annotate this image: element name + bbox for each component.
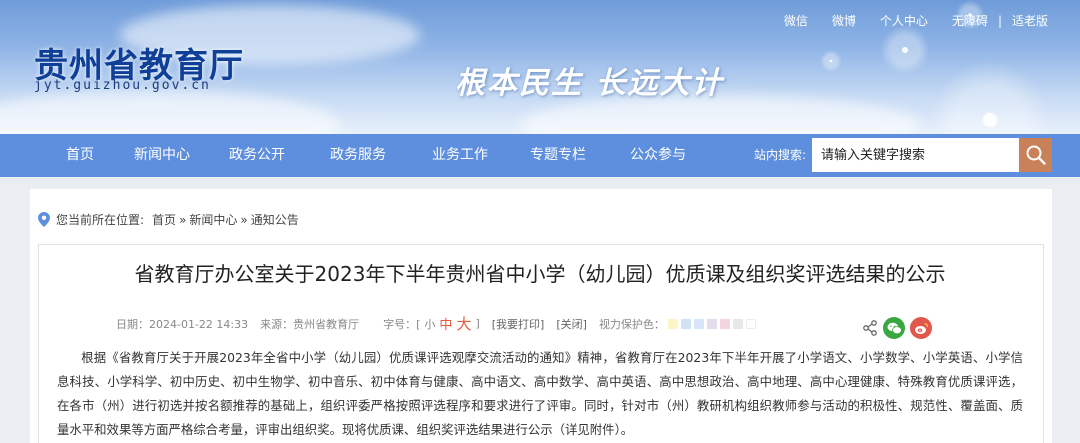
eye-care-swatch-7[interactable] — [745, 318, 756, 329]
nav-item-news[interactable]: 新闻中心 — [134, 134, 190, 177]
eye-care-swatch-5[interactable] — [719, 318, 730, 329]
search-button[interactable] — [1019, 138, 1052, 172]
search-label: 站内搜索: — [754, 148, 807, 162]
weixin-link[interactable]: 微信 — [784, 12, 808, 29]
elderly-mode-link[interactable]: 适老版 — [1012, 12, 1048, 29]
breadcrumb: 您当前所在位置: 首页 » 新闻中心 » 通知公告 — [38, 211, 299, 228]
nav-item-business-work[interactable]: 业务工作 — [432, 134, 488, 177]
eye-care-swatch-2[interactable] — [680, 318, 691, 329]
article-meta: 日期：2024-01-22 14:33 来源：贵州省教育厅 字号：[ 小 中 大… — [116, 313, 756, 334]
nav-item-government-affairs[interactable]: 政务公开 — [229, 134, 285, 177]
eye-care-swatch-3[interactable] — [693, 318, 704, 329]
article-body: 根据《省教育厅关于开展2023年全省中小学（幼儿园）优质课评选观摩交流活动的通知… — [57, 346, 1023, 442]
magnifier-icon — [1026, 145, 1046, 165]
publish-date: 日期：2024-01-22 14:33 — [116, 317, 249, 331]
share-bar — [862, 317, 932, 339]
share-icon[interactable] — [862, 320, 878, 336]
wechat-icon — [887, 322, 902, 334]
nav-item-home[interactable]: 首页 — [66, 134, 94, 177]
breadcrumb-notices[interactable]: 通知公告 — [251, 211, 299, 228]
article-source: 来源：贵州省教育厅 — [260, 317, 360, 331]
nav-item-public-participation[interactable]: 公众参与 — [630, 134, 686, 177]
site-slogan: 根本民生 长远大计 — [455, 66, 724, 101]
breadcrumb-home[interactable]: 首页 — [152, 211, 176, 228]
map-pin-icon — [38, 212, 50, 227]
breadcrumb-separator: » — [240, 212, 248, 227]
article-title: 省教育厅办公室关于2023年下半年贵州省中小学（幼儿园）优质课及组织奖评选结果的… — [134, 262, 946, 286]
font-size-large[interactable]: 大 — [456, 313, 471, 334]
top-links-separator: | — [997, 13, 1002, 28]
eye-care-label: 视力保护色： — [598, 317, 665, 331]
font-size-close: ] — [475, 317, 480, 330]
breadcrumb-separator: » — [179, 212, 187, 227]
search-input[interactable] — [812, 138, 1020, 172]
print-link[interactable]: [我要打印] — [492, 316, 545, 332]
eye-care-swatch-1[interactable] — [667, 318, 678, 329]
personal-center-link[interactable]: 个人中心 — [880, 12, 928, 29]
breadcrumb-news[interactable]: 新闻中心 — [189, 211, 237, 228]
wechat-share-button[interactable] — [883, 317, 905, 339]
breadcrumb-prefix: 您当前所在位置: — [56, 213, 145, 227]
nav-item-special-topics[interactable]: 专题专栏 — [530, 134, 586, 177]
weibo-share-button[interactable] — [910, 317, 932, 339]
top-links: 微信 微博 个人中心 无障碍 | 适老版 — [760, 12, 1048, 29]
eye-care-swatch-6[interactable] — [732, 318, 743, 329]
weibo-link[interactable]: 微博 — [832, 12, 856, 29]
weibo-icon — [914, 322, 928, 334]
font-size-label: 字号：[ — [383, 317, 421, 331]
article-body-text: 根据《省教育厅关于开展2023年全省中小学（幼儿园）优质课评选观摩交流活动的通知… — [57, 350, 1023, 437]
nav-item-government-services[interactable]: 政务服务 — [330, 134, 386, 177]
close-link[interactable]: [关闭] — [556, 316, 587, 332]
accessibility-link[interactable]: 无障碍 — [952, 12, 988, 29]
site-domain: jyt.guizhou.gov.cn — [34, 78, 211, 93]
font-size-medium[interactable]: 中 — [439, 314, 452, 333]
font-size-small[interactable]: 小 — [424, 316, 435, 332]
eye-care-swatch-4[interactable] — [706, 318, 717, 329]
